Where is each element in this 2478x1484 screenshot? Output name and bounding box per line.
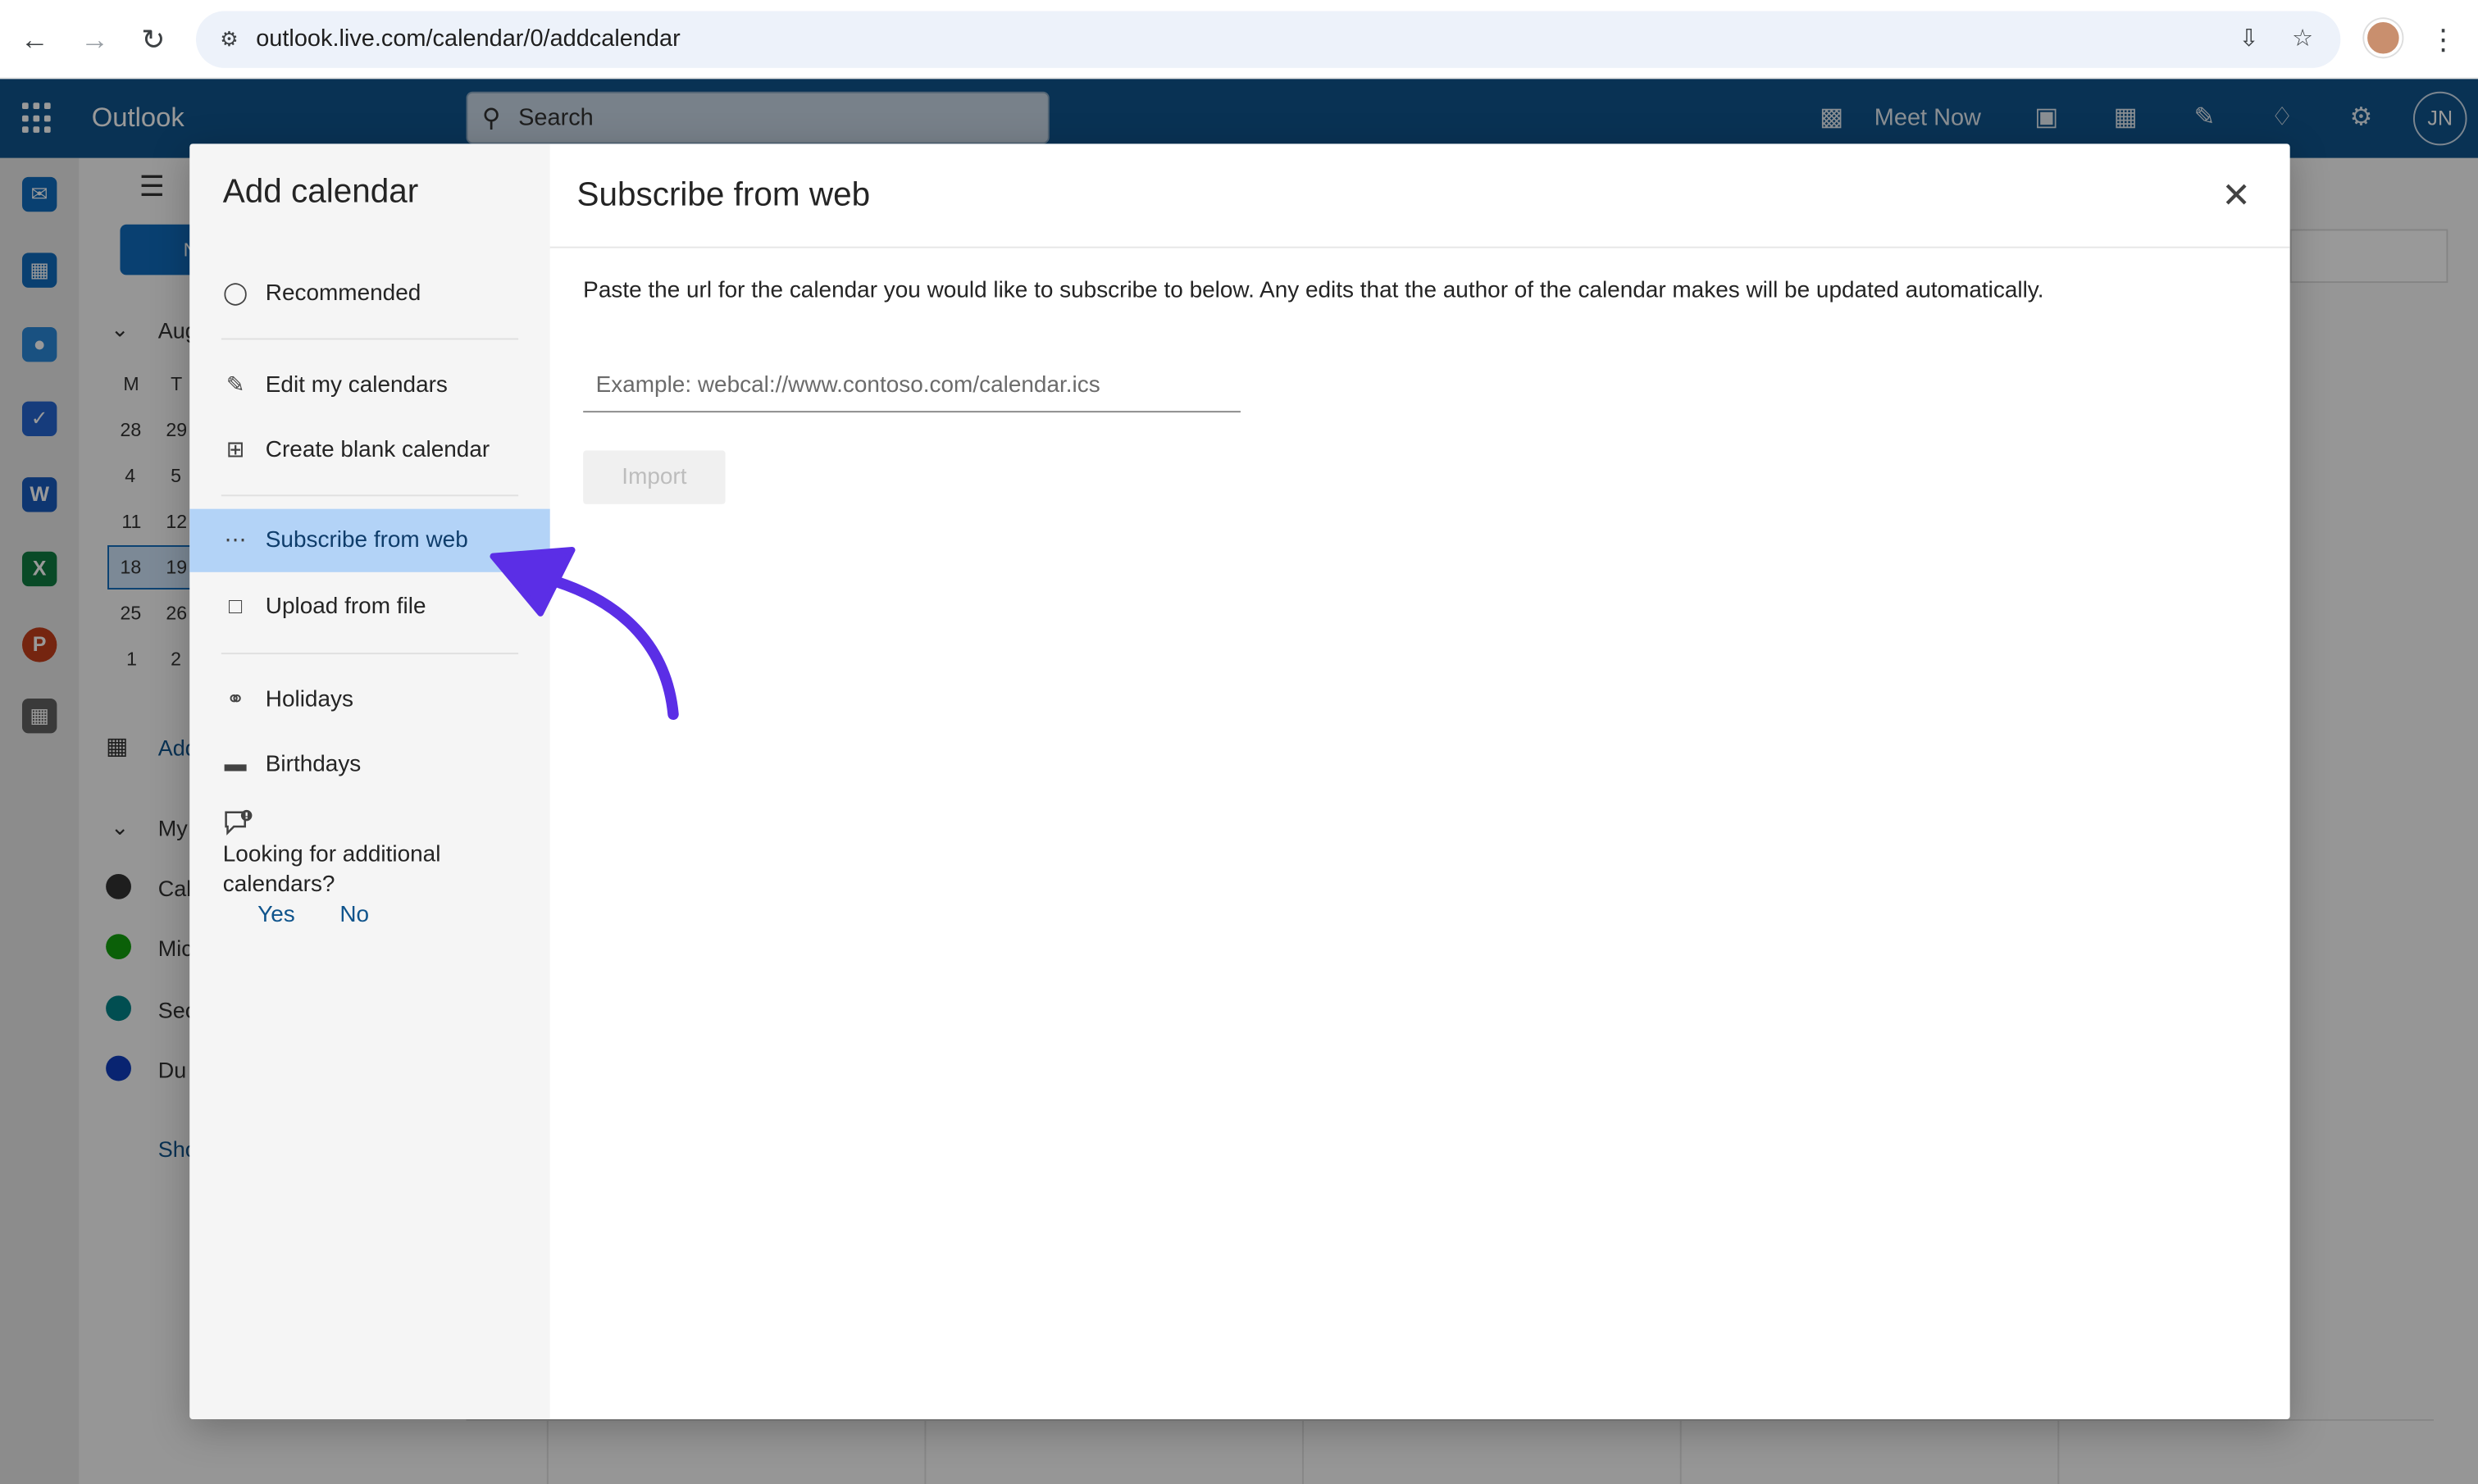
feedback-no-link[interactable]: No	[339, 903, 369, 928]
edit-calendar-icon: ✎	[225, 371, 245, 397]
nav-label: Subscribe from web	[265, 527, 468, 553]
divider	[221, 338, 519, 340]
lightbulb-icon: ◯	[223, 280, 248, 306]
nav-edit-my-calendars[interactable]: ✎ Edit my calendars	[189, 354, 549, 417]
browser-toolbar: ← → ↻ ⚙ outlook.live.com/calendar/0/addc…	[0, 0, 2478, 80]
add-calendar-dialog: Add calendar ◯ Recommended ✎ Edit my cal…	[189, 143, 2290, 1419]
dialog-title: Add calendar	[222, 174, 419, 211]
nav-label: Holidays	[265, 687, 353, 713]
bookmark-star-icon[interactable]: ☆	[2287, 24, 2319, 56]
feedback-prompt: Looking for additional calendars?	[222, 842, 441, 898]
divider	[221, 653, 519, 655]
divider	[221, 494, 519, 497]
forward-arrow-icon[interactable]: →	[76, 20, 114, 58]
reload-icon[interactable]: ↻	[134, 20, 172, 58]
nav-label: Birthdays	[265, 752, 362, 778]
site-settings-icon[interactable]: ⚙	[215, 25, 244, 54]
panel-description: Paste the url for the calendar you would…	[583, 278, 2044, 304]
web-subscribe-icon: ⋯	[224, 526, 247, 552]
globe-icon: ⚭	[225, 685, 245, 712]
nav-upload-from-file[interactable]: □ Upload from file	[189, 576, 549, 639]
address-url[interactable]: outlook.live.com/calendar/0/addcalendar	[256, 11, 680, 67]
nav-label: Create blank calendar	[265, 437, 490, 463]
calendar-url-input[interactable]	[583, 358, 1241, 413]
address-bar[interactable]: ⚙ outlook.live.com/calendar/0/addcalenda…	[195, 11, 2341, 68]
profile-avatar[interactable]	[2364, 19, 2403, 57]
import-button[interactable]: Import	[583, 450, 726, 504]
file-upload-icon: □	[229, 592, 243, 618]
nav-subscribe-from-web[interactable]: ⋯ Subscribe from web	[189, 508, 550, 572]
nav-label: Recommended	[265, 281, 421, 307]
nav-holidays[interactable]: ⚭ Holidays	[189, 668, 549, 731]
nav-create-blank-calendar[interactable]: ⊞ Create blank calendar	[189, 419, 549, 482]
feedback-yes-link[interactable]: Yes	[257, 903, 295, 928]
install-app-icon[interactable]: ⇩	[2233, 24, 2265, 56]
nav-birthdays[interactable]: ▬ Birthdays	[189, 733, 549, 796]
browser-menu-icon[interactable]: ⋮	[2427, 20, 2459, 58]
subscribe-panel: Subscribe from web ✕ Paste the url for t…	[549, 143, 2290, 1419]
divider	[549, 246, 2290, 248]
back-arrow-icon[interactable]: ←	[16, 20, 53, 58]
nav-label: Upload from file	[265, 594, 426, 620]
feedback-icon	[225, 809, 253, 835]
dialog-sidebar: Add calendar ◯ Recommended ✎ Edit my cal…	[189, 143, 550, 1419]
panel-title: Subscribe from web	[576, 176, 871, 214]
nav-recommended[interactable]: ◯ Recommended	[189, 262, 549, 325]
cake-icon: ▬	[224, 750, 247, 776]
add-calendar-icon: ⊞	[225, 436, 245, 462]
nav-label: Edit my calendars	[265, 372, 448, 398]
close-icon[interactable]: ✕	[2217, 176, 2255, 215]
